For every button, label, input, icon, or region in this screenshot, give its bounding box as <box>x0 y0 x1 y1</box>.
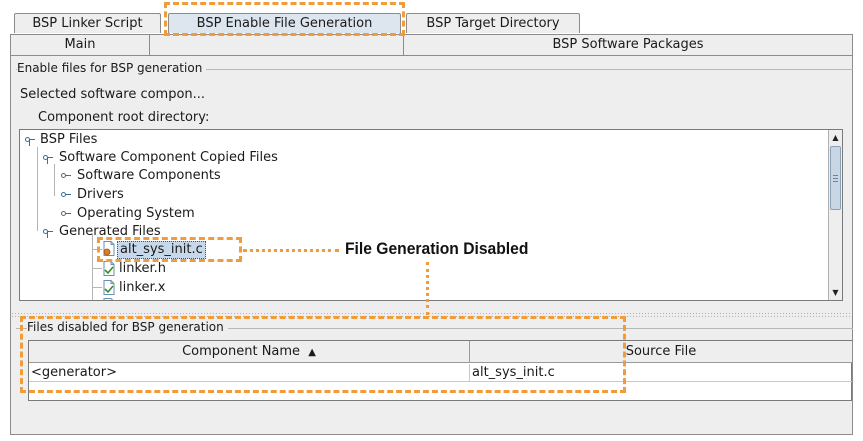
tree-node-drivers[interactable]: Drivers <box>77 187 124 203</box>
tree-node-software-components[interactable]: Software Components <box>77 168 221 184</box>
expand-handle-icon[interactable] <box>25 134 36 146</box>
tab-label: BSP Linker Script <box>32 16 143 31</box>
scroll-thumb[interactable] <box>830 146 841 210</box>
tab-row-2: Main BSP Software Packages <box>10 34 853 55</box>
component-root-label: Component root directory: <box>38 110 210 125</box>
selected-component-label: Selected software compon... <box>20 87 206 102</box>
tree-line <box>54 164 55 196</box>
tab-main[interactable]: Main <box>10 35 150 55</box>
callout-connector <box>426 262 429 315</box>
scroll-down-icon[interactable]: ▼ <box>829 286 842 299</box>
file-icon <box>103 261 115 276</box>
collapse-handle-icon[interactable] <box>61 189 72 201</box>
tab-bsp-linker-script[interactable]: BSP Linker Script <box>14 13 161 33</box>
collapse-handle-icon[interactable] <box>61 170 72 182</box>
tab-label: BSP Target Directory <box>426 16 560 31</box>
tree-line <box>92 287 102 288</box>
callout-connector <box>243 249 339 252</box>
expand-handle-icon[interactable] <box>43 152 54 164</box>
highlight-disabled-files-group <box>20 316 626 393</box>
column-header-label: Source File <box>625 344 697 359</box>
tab-label: BSP Software Packages <box>552 37 704 52</box>
highlight-selected-tab <box>164 2 405 36</box>
file-icon <box>103 298 114 300</box>
tab-bsp-target-directory[interactable]: BSP Target Directory <box>406 13 580 33</box>
file-icon <box>103 280 115 295</box>
tree-line <box>92 268 102 269</box>
tab-bsp-software-packages[interactable]: BSP Software Packages <box>403 35 853 55</box>
highlight-disabled-file <box>97 237 242 262</box>
group-title-enable-files: Enable files for BSP generation <box>17 61 207 75</box>
callout-file-generation-disabled: File Generation Disabled <box>345 239 529 258</box>
tree-node-copied-files[interactable]: Software Component Copied Files <box>59 150 278 166</box>
tree-scrollbar[interactable]: ▲ ▼ <box>828 130 842 300</box>
collapse-handle-icon[interactable] <box>61 208 72 220</box>
bsp-files-tree[interactable]: BSP Files Software Component Copied File… <box>19 129 843 301</box>
tree-node-operating-system[interactable]: Operating System <box>77 206 195 222</box>
tab-blank[interactable] <box>149 35 404 55</box>
tree-node-bsp-files[interactable]: BSP Files <box>40 132 97 148</box>
tab-label: Main <box>64 37 96 52</box>
tree-line <box>37 147 38 231</box>
tree-node-linker-h[interactable]: linker.h <box>119 261 166 277</box>
tree-node-linker-x[interactable]: linker.x <box>119 280 166 296</box>
scroll-up-icon[interactable]: ▲ <box>829 131 842 144</box>
expand-handle-icon[interactable] <box>43 226 54 238</box>
